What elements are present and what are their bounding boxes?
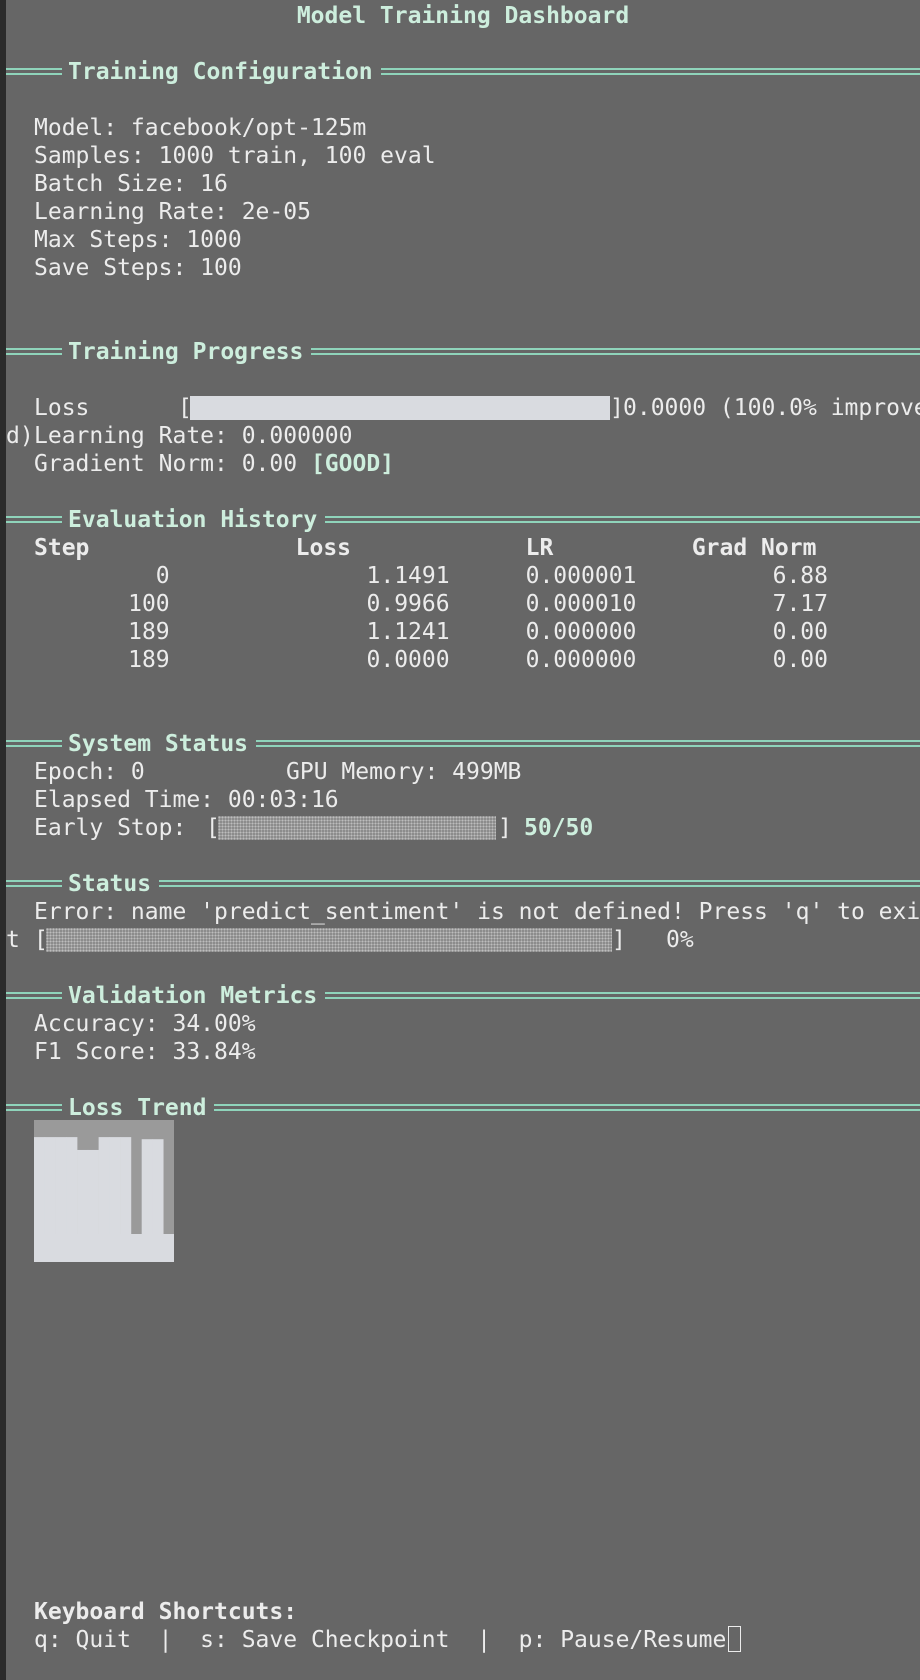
section-training-progress: Training Progress (6, 338, 920, 366)
gpu-memory: GPU Memory: 499MB (286, 759, 522, 785)
status-message-wrap: t (6, 927, 34, 953)
cell-step: 189 (128, 647, 170, 673)
loss-value-wrap: d) (6, 423, 34, 449)
terminal-cursor[interactable] (728, 1626, 742, 1652)
cell-loss: 0.0000 (366, 647, 450, 673)
header-loss: Loss (295, 535, 352, 561)
cell-lr: 0.000001 (525, 563, 637, 589)
section-title: Loss Trend (62, 1094, 215, 1122)
validation-f1: F1 Score: 33.84% (34, 1039, 256, 1065)
loss-progress-bar (190, 396, 610, 420)
loss-bar-close-bracket: ] (610, 395, 624, 421)
gradient-norm: Gradient Norm: 0.00 [GOOD] (34, 450, 394, 478)
section-loss-trend: Loss Trend (6, 1094, 920, 1122)
loss-trend-sparkline (34, 1120, 174, 1262)
cell-grad-norm: 7.17 (772, 591, 828, 617)
status-percent: 0% (666, 927, 694, 953)
config-learning-rate: Learning Rate: 2e-05 (34, 199, 311, 225)
config-model: Model: facebook/opt-125m (34, 115, 367, 141)
sparkline-bar (141, 1139, 153, 1234)
section-title: Status (62, 870, 160, 898)
gradient-norm-status-badge: [GOOD] (310, 451, 395, 477)
cell-step: 100 (128, 591, 170, 617)
section-validation-metrics: Validation Metrics (6, 982, 920, 1010)
loss-value: 0.0000 (100.0% improve (623, 395, 920, 421)
table-row: 189 0.0000 0.000000 0.00 (34, 646, 920, 674)
cell-step: 0 (155, 563, 170, 589)
sparkline-bar (77, 1149, 89, 1234)
section-title: Training Configuration (62, 58, 381, 86)
section-status: Status (6, 870, 920, 898)
table-header-row: Step Loss LR Grad Norm (34, 534, 920, 562)
section-title: Training Progress (62, 338, 312, 366)
table-row: 0 1.1491 0.000001 6.88 (34, 562, 920, 590)
cell-step: 189 (128, 619, 170, 645)
shortcuts-text: q: Quit | s: Save Checkpoint | p: Pause/… (34, 1627, 727, 1653)
config-batch-size: Batch Size: 16 (34, 171, 228, 197)
early-stop-bar (218, 816, 496, 840)
early-stop-label: Early Stop: (34, 815, 201, 841)
sparkline-bar (109, 1137, 121, 1234)
cell-loss: 1.1491 (366, 563, 450, 589)
cell-grad-norm: 6.88 (772, 563, 828, 589)
evaluation-history-table: Step Loss LR Grad Norm 0 1.1491 0.000001 6.… (34, 534, 920, 674)
loss-progress-fill (190, 396, 610, 420)
status-message: Error: name 'predict_sentiment' is not d… (34, 899, 920, 925)
cell-lr: 0.000000 (525, 647, 637, 673)
header-lr: LR (525, 535, 554, 561)
sparkline-bar (152, 1139, 164, 1234)
table-row: 100 0.9966 0.000010 7.17 (34, 590, 920, 618)
section-training-configuration: Training Configuration (6, 58, 920, 86)
sparkline-bar (98, 1137, 110, 1234)
cell-lr: 0.000000 (525, 619, 637, 645)
section-title: Validation Metrics (62, 982, 326, 1010)
section-title: System Status (62, 730, 257, 758)
early-stop-count: 50/50 (524, 815, 594, 841)
epoch: Epoch: 0 (34, 759, 145, 785)
elapsed-time: Elapsed Time: 00:03:16 (34, 787, 339, 813)
cell-grad-norm: 0.00 (772, 619, 828, 645)
sparkline-bar (44, 1137, 56, 1234)
section-system-status: System Status (6, 730, 920, 758)
shortcuts-heading: Keyboard Shortcuts: (34, 1599, 298, 1625)
table-row: 189 1.1241 0.000000 0.00 (34, 618, 920, 646)
section-title: Evaluation History (62, 506, 326, 534)
gradient-norm-label: Gradient Norm: 0.00 (34, 451, 311, 477)
config-samples: Samples: 1000 train, 100 eval (34, 143, 436, 169)
validation-accuracy: Accuracy: 34.00% (34, 1011, 256, 1037)
cell-grad-norm: 0.00 (772, 647, 828, 673)
header-step: Step (34, 535, 90, 561)
progress-learning-rate: Learning Rate: 0.000000 (34, 423, 353, 449)
cell-loss: 1.1241 (366, 619, 450, 645)
config-max-steps: Max Steps: 1000 (34, 227, 242, 253)
sparkline-bar (87, 1149, 99, 1234)
terminal-screen: Model Training Dashboard Training Config… (6, 0, 920, 1680)
header-grad-norm: Grad Norm (691, 535, 817, 561)
shortcuts-line: q: Quit | s: Save Checkpoint | p: Pause/… (34, 1626, 742, 1654)
sparkline-bar (55, 1137, 67, 1234)
config-save-steps: Save Steps: 100 (34, 255, 242, 281)
status-bar-close-bracket: ] (612, 927, 626, 953)
loss-label: Loss (34, 395, 90, 421)
sparkline-baseline (34, 1234, 174, 1262)
sparkline-bar (120, 1137, 132, 1234)
status-progress-bar (46, 928, 612, 952)
page-title: Model Training Dashboard (296, 3, 630, 29)
sparkline-bar (34, 1137, 46, 1234)
sparkline-bar (66, 1137, 78, 1234)
cell-lr: 0.000010 (525, 591, 637, 617)
cell-loss: 0.9966 (366, 591, 450, 617)
section-evaluation-history: Evaluation History (6, 506, 920, 534)
early-stop-close-bracket: ] (498, 815, 512, 841)
